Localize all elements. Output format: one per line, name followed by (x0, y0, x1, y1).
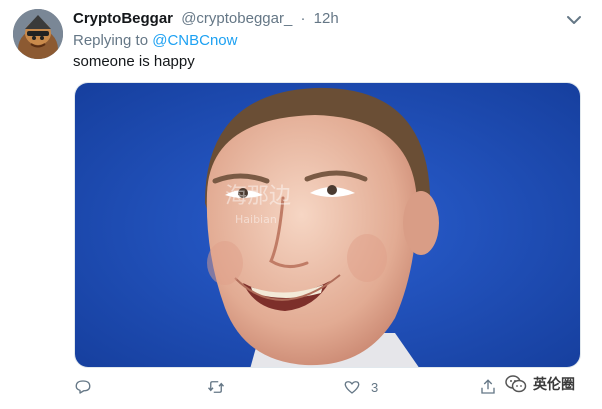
author-name[interactable]: CryptoBeggar (73, 10, 173, 27)
chevron-down-icon[interactable] (566, 13, 582, 25)
reply-button[interactable] (74, 372, 102, 402)
replying-to-link[interactable]: @CNBCnow (152, 32, 237, 49)
tweet-time[interactable]: 12h (314, 10, 339, 27)
tweet-photo[interactable]: 海那边 Haibian (74, 82, 581, 368)
like-button[interactable]: 3 (343, 372, 378, 402)
author-handle[interactable]: @cryptobeggar_ (181, 10, 292, 27)
retweet-icon (207, 381, 225, 393)
share-icon (481, 379, 495, 394)
replying-to: Replying to @CNBCnow (73, 32, 237, 49)
avatar-image (13, 9, 63, 59)
photo-of-smiling-man: 海那边 Haibian (75, 83, 580, 367)
avatar[interactable] (13, 9, 63, 59)
header-separator: · (300, 10, 306, 27)
wechat-icon (505, 375, 527, 393)
replying-prefix: Replying to (73, 32, 153, 49)
tweet: CryptoBeggar @cryptobeggar_ · 12h Replyi… (0, 0, 602, 409)
tweet-text: someone is happy (73, 53, 195, 70)
watermark-label: 英伦圈 (533, 376, 575, 392)
image-watermark-sub: Haibian (235, 213, 277, 226)
retweet-button[interactable] (207, 372, 235, 402)
like-count: 3 (371, 379, 379, 395)
share-button[interactable] (479, 372, 507, 402)
reply-icon (75, 380, 91, 394)
image-watermark: 海那边 (225, 184, 291, 209)
publisher-watermark: 英伦圈 (505, 372, 575, 396)
tweet-header: CryptoBeggar @cryptobeggar_ · 12h (73, 10, 339, 27)
heart-icon (344, 381, 360, 394)
